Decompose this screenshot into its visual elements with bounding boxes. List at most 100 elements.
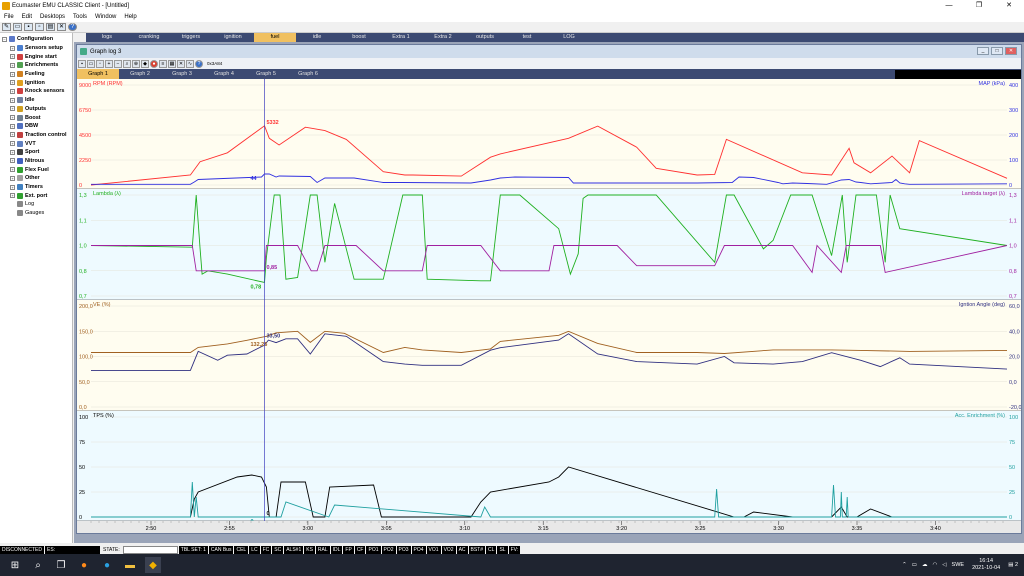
save-as-icon[interactable]: ▫ — [96, 59, 104, 68]
clock[interactable]: 16:14 2021-10-04 — [972, 558, 1000, 572]
tree-item-other[interactable]: + Other — [0, 174, 72, 183]
tree-item-sport[interactable]: + Sport — [0, 148, 72, 157]
expand-icon[interactable]: + — [10, 54, 15, 60]
tab-test[interactable]: test — [506, 33, 548, 42]
tree-item-enrichments[interactable]: + Enrichments — [0, 61, 72, 70]
tab-triggers[interactable]: triggers — [170, 33, 212, 42]
graph-minimize-button[interactable]: _ — [977, 47, 989, 55]
edge-icon[interactable]: ● — [99, 557, 115, 573]
menu-file[interactable]: File — [0, 14, 18, 20]
tree-item-vvt[interactable]: + VVT — [0, 139, 72, 148]
expand-icon[interactable]: + — [10, 123, 15, 129]
tree-item-boost[interactable]: + Boost — [0, 113, 72, 122]
graph-maximize-button[interactable]: □ — [991, 47, 1003, 55]
tab-extra-2[interactable]: Extra 2 — [422, 33, 464, 42]
expand-icon[interactable]: + — [10, 115, 15, 121]
language-indicator[interactable]: SWE — [952, 562, 965, 568]
expand-icon[interactable]: + — [10, 149, 15, 155]
tab-boost[interactable]: boost — [338, 33, 380, 42]
tree-item-traction-control[interactable]: + Traction control — [0, 131, 72, 140]
cloud-icon[interactable]: ☁ — [922, 562, 928, 568]
layout-icon[interactable]: ▦ — [168, 59, 176, 68]
help-icon[interactable]: ? — [68, 23, 77, 31]
graph-tab-4[interactable]: Graph 4 — [203, 69, 245, 79]
notification-icon[interactable]: ▤ 2 — [1008, 562, 1018, 568]
tree-item-nitrous[interactable]: + Nitrous — [0, 157, 72, 166]
tree-item-sensors-setup[interactable]: + Sensors setup — [0, 44, 72, 53]
log-plot[interactable]: 9000 400 6750 300 4500 200 2250 100 0 0 RPM (RPM) M… — [77, 79, 1021, 533]
menu-desktops[interactable]: Desktops — [36, 14, 69, 20]
tree-item-knock-sensors[interactable]: + Knock sensors — [0, 87, 72, 96]
expand-icon[interactable]: + — [10, 106, 15, 112]
zoom-fit-icon[interactable]: ⌕ — [123, 59, 131, 68]
wifi-icon[interactable]: ◠ — [932, 562, 937, 568]
expand-icon[interactable]: + — [10, 62, 15, 68]
wrench-icon[interactable]: ✕ — [57, 23, 66, 31]
tree-item-dbw[interactable]: + DBW — [0, 122, 72, 131]
expand-icon[interactable]: + — [10, 141, 15, 147]
expand-icon[interactable]: + — [10, 97, 15, 103]
record-icon[interactable]: ● — [150, 59, 158, 68]
tab-log[interactable]: LOG — [548, 33, 590, 42]
volume-icon[interactable]: ◁ — [942, 562, 946, 568]
open-icon[interactable]: ▭ — [87, 59, 95, 68]
graph-tab-3[interactable]: Graph 3 — [161, 69, 203, 79]
expand-icon[interactable]: + — [10, 45, 15, 51]
windows-start-icon[interactable]: ⊞ — [7, 557, 23, 573]
tab-idle[interactable]: idle — [296, 33, 338, 42]
tab-cranking[interactable]: cranking — [128, 33, 170, 42]
graph-close-button[interactable]: ✕ — [1005, 47, 1017, 55]
expand-icon[interactable]: − — [2, 36, 7, 42]
zoom-in-icon[interactable]: + — [105, 59, 113, 68]
tree-item-fueling[interactable]: + Fueling — [0, 70, 72, 79]
tree-item-flex-fuel[interactable]: + Flex Fuel — [0, 165, 72, 174]
graph-tab-5[interactable]: Graph 5 — [245, 69, 287, 79]
tab-extra-1[interactable]: Extra 1 — [380, 33, 422, 42]
tree-item-idle[interactable]: + Idle — [0, 96, 72, 105]
tree-item-log[interactable]: Log — [0, 200, 72, 209]
tray-chevron-icon[interactable]: ⌃ — [902, 562, 907, 568]
graph-tab-6[interactable]: Graph 6 — [287, 69, 329, 79]
tree-item-ignition[interactable]: + Ignition — [0, 78, 72, 87]
save-icon[interactable]: ▪ — [78, 59, 86, 68]
tree-item-engine-start[interactable]: + Engine start — [0, 52, 72, 61]
expand-icon[interactable]: + — [10, 167, 15, 173]
menu-window[interactable]: Window — [91, 14, 120, 20]
zoom-out-icon[interactable]: − — [114, 59, 122, 68]
cursor-icon[interactable]: ✕ — [177, 59, 185, 68]
menu-edit[interactable]: Edit — [18, 14, 36, 20]
curve-icon[interactable]: ∿ — [186, 59, 194, 68]
graph-tab-2[interactable]: Graph 2 — [119, 69, 161, 79]
zoom-reset-icon[interactable]: ⊕ — [132, 59, 140, 68]
open-icon[interactable]: ▭ — [13, 23, 22, 31]
help-icon[interactable]: ? — [195, 59, 203, 68]
print-icon[interactable]: ▤ — [46, 23, 55, 31]
expand-icon[interactable]: + — [10, 193, 15, 199]
expand-icon[interactable]: + — [10, 88, 15, 94]
expand-icon[interactable]: + — [10, 71, 15, 77]
tree-item-outputs[interactable]: + Outputs — [0, 105, 72, 114]
network-icon[interactable]: ▭ — [912, 562, 917, 568]
tab-fuel[interactable]: fuel — [254, 33, 296, 42]
marker-icon[interactable]: ◆ — [141, 59, 149, 68]
firefox-icon[interactable]: ● — [76, 557, 92, 573]
file-explorer-icon[interactable]: ▬ — [122, 557, 138, 573]
menu-help[interactable]: Help — [120, 14, 140, 20]
save-as-icon[interactable]: ▫ — [35, 23, 44, 31]
expand-icon[interactable]: + — [10, 158, 15, 164]
tree-item-timers[interactable]: + Timers — [0, 183, 72, 192]
expand-icon[interactable]: + — [10, 80, 15, 86]
list-icon[interactable]: ≡ — [159, 59, 167, 68]
maximize-button[interactable]: ❐ — [964, 0, 994, 12]
save-icon[interactable]: ▪ — [24, 23, 33, 31]
tree-item-configuration[interactable]: − Configuration — [0, 35, 72, 44]
ecumaster-taskbar-icon[interactable]: ◆ — [145, 557, 161, 573]
expand-icon[interactable]: + — [10, 184, 15, 190]
search-icon[interactable]: ⌕ — [30, 557, 46, 573]
expand-icon[interactable]: + — [10, 175, 15, 181]
graph-tab-1[interactable]: Graph 1 — [77, 69, 119, 79]
close-button[interactable]: ✕ — [994, 0, 1024, 12]
tree-item-gauges[interactable]: Gauges — [0, 209, 72, 218]
tree-item-ext-port[interactable]: + Ext. port — [0, 191, 72, 200]
tab-ignition[interactable]: ignition — [212, 33, 254, 42]
